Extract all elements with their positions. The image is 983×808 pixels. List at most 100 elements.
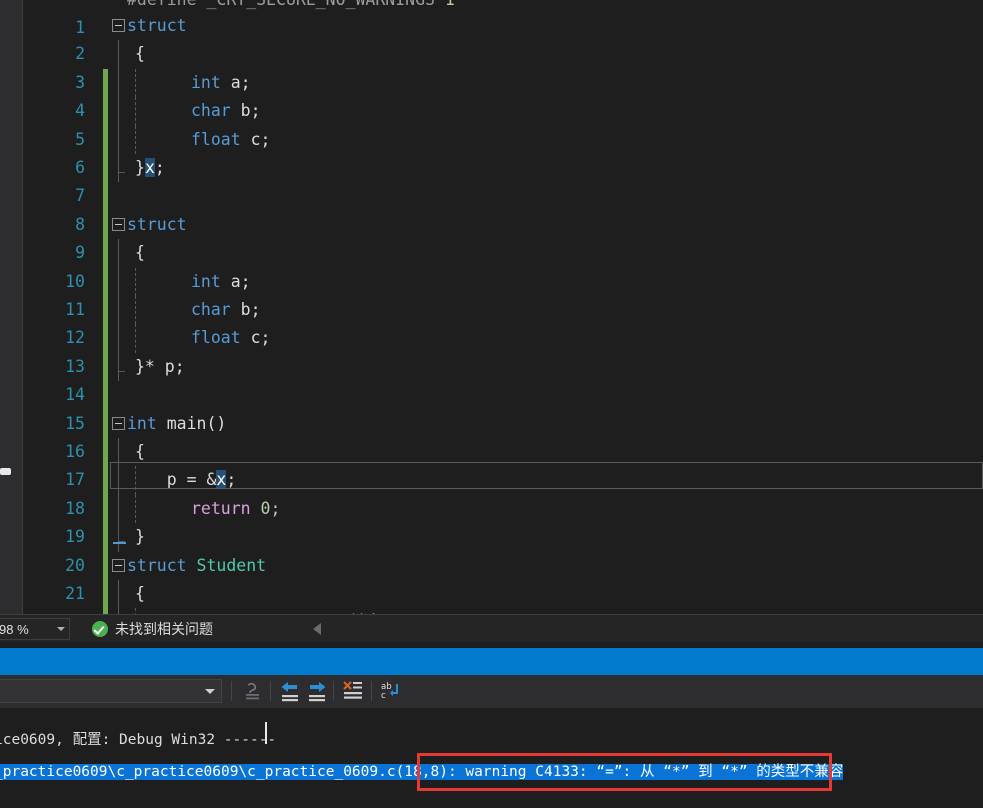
indent-guide	[135, 97, 136, 126]
token-identifier-b: b;	[230, 300, 261, 319]
token-keyword-char: char	[191, 300, 231, 319]
token-brace: {	[135, 584, 145, 603]
outlining-guide	[118, 466, 119, 495]
code-line[interactable]: 12 char b;	[23, 296, 983, 382]
clear-all-button[interactable]	[340, 679, 366, 704]
token-semicolon: ;	[154, 158, 165, 177]
outlining-guide	[118, 267, 119, 296]
outlining-guide	[118, 438, 119, 467]
token-identifier-x-highlighted: x	[144, 158, 155, 177]
arrow-right-icon	[309, 682, 326, 702]
outlining-guide	[118, 296, 119, 325]
output-text-pane[interactable]: ice0609, 配置: Debug Win32 ------ _practic…	[0, 708, 983, 808]
previous-issue-arrow-icon[interactable]	[313, 623, 321, 635]
toggle-word-wrap-button[interactable]: ab c	[378, 679, 404, 704]
token-function-main: main()	[156, 413, 227, 433]
token-macro-value: 1	[445, 0, 455, 9]
go-to-previous-message-button[interactable]	[277, 679, 303, 704]
code-line[interactable]: 8	[23, 182, 983, 268]
rename-suggestion-marker[interactable]	[113, 542, 126, 544]
code-line[interactable]: 10 {	[23, 239, 983, 325]
word-wrap-icon: ab c	[381, 682, 398, 701]
code-line[interactable]: 17 {	[23, 438, 983, 524]
code-line[interactable]: 14 }* p;	[23, 352, 983, 438]
code-line[interactable]: 21 struct Student	[23, 552, 983, 614]
code-line[interactable]: 16 int main()	[23, 410, 983, 495]
indent-guide	[135, 267, 136, 296]
outlining-collapse-icon[interactable]	[112, 19, 125, 32]
go-to-next-message-button[interactable]	[304, 679, 330, 704]
token-keyword-struct: struct	[127, 555, 187, 575]
toolwindow-handle[interactable]	[0, 468, 11, 475]
code-line[interactable]: 2 struct	[23, 12, 983, 98]
collapsed-toolwindow-rail[interactable]	[0, 0, 23, 614]
indent-guide	[135, 296, 136, 325]
outlining-collapse-icon[interactable]	[112, 217, 125, 231]
indent-guide	[135, 68, 136, 98]
token-assignment: p = &	[127, 470, 217, 490]
token-number-zero: 0;	[250, 498, 281, 518]
indent-guide	[135, 494, 136, 524]
token-keyword-return: return	[191, 498, 251, 518]
code-line[interactable]: 11 int a;	[23, 267, 983, 353]
outlining-guide-end	[118, 154, 125, 183]
check-circle-icon	[92, 621, 108, 637]
code-text-area[interactable]: 1 #define _CRT_SECURE_NO_WARNINGS 1 2 st…	[23, 0, 983, 614]
token-keyword-struct: struct	[127, 16, 187, 35]
editor-status-bar: 98 % 未找到相关问题	[0, 614, 983, 643]
code-line[interactable]: 19 return 0;	[23, 494, 983, 580]
token-brace: {	[135, 442, 145, 461]
code-line[interactable]: 9 struct	[23, 211, 983, 296]
token-semicolon: ;	[226, 470, 237, 490]
output-source-combobox[interactable]	[0, 679, 222, 703]
token-pointer-decl: }* p;	[135, 356, 185, 376]
outlining-guide	[118, 40, 119, 69]
toolbar-separator	[371, 681, 372, 701]
token-keyword-struct: struct	[127, 214, 187, 234]
output-line-selected[interactable]: _practice0609\c_practice0609\c_practice_…	[0, 759, 844, 785]
code-editor-pane[interactable]: 1 #define _CRT_SECURE_NO_WARNINGS 1 2 st…	[0, 0, 983, 614]
output-window-active-tab-bar[interactable]	[0, 648, 983, 675]
outlining-guide	[118, 97, 119, 126]
output-text-caret	[265, 722, 267, 744]
code-line[interactable]: 20 }	[23, 523, 983, 609]
token-identifier-a: a;	[220, 271, 251, 291]
find-message-in-code-button[interactable]	[240, 679, 266, 704]
outlining-guide	[118, 239, 119, 268]
code-line[interactable]: 6 float c;	[23, 125, 983, 211]
token-identifier-x-selected: x	[216, 470, 227, 490]
outlining-collapse-icon[interactable]	[112, 558, 125, 572]
chevron-down-icon	[57, 627, 65, 631]
token-brace: {	[135, 243, 145, 263]
issue-status-indicator[interactable]: 未找到相关问题	[92, 619, 213, 639]
token-keyword-char: char	[191, 101, 231, 121]
code-line-current[interactable]: 18 p = &x;	[23, 466, 983, 552]
code-line[interactable]: 13 float c;	[23, 324, 983, 410]
toolbar-separator	[231, 681, 232, 701]
token-keyword-float: float	[191, 328, 241, 348]
arrow-left-icon	[281, 682, 298, 702]
indent-guide	[135, 324, 136, 353]
indent-guide	[135, 125, 136, 154]
zoom-level-combobox[interactable]: 98 %	[0, 618, 70, 640]
code-line[interactable]: 4 int a;	[23, 68, 983, 154]
code-line[interactable]: 15	[23, 381, 983, 467]
outlining-collapse-icon[interactable]	[112, 416, 125, 430]
token-keyword-float: float	[191, 129, 241, 149]
token-keyword-int: int	[191, 72, 221, 92]
token-type-student: Student	[186, 555, 267, 575]
clear-all-icon	[343, 681, 362, 699]
code-line[interactable]: 5 char b;	[23, 97, 983, 183]
token-identifier-c: c;	[240, 129, 271, 149]
token-keyword-int: int	[191, 271, 221, 291]
toolbar-separator	[270, 681, 271, 701]
code-line[interactable]: 7 }x;	[23, 154, 983, 240]
code-line[interactable]: 3 {	[23, 40, 983, 126]
output-toolbar[interactable]: ab c	[0, 675, 983, 708]
output-file-path: _practice0609\c_practice0609\c_practice_…	[0, 764, 448, 780]
output-line: ice0609, 配置: Debug Win32 ------	[0, 732, 277, 748]
token-keyword-int: int	[127, 413, 157, 433]
token-define: #define	[127, 0, 197, 9]
code-line[interactable]: 22 {	[23, 580, 983, 614]
output-warning-message: : warning C4133: “=”: 从 “*” 到 “*” 的类型不兼容	[447, 764, 844, 780]
